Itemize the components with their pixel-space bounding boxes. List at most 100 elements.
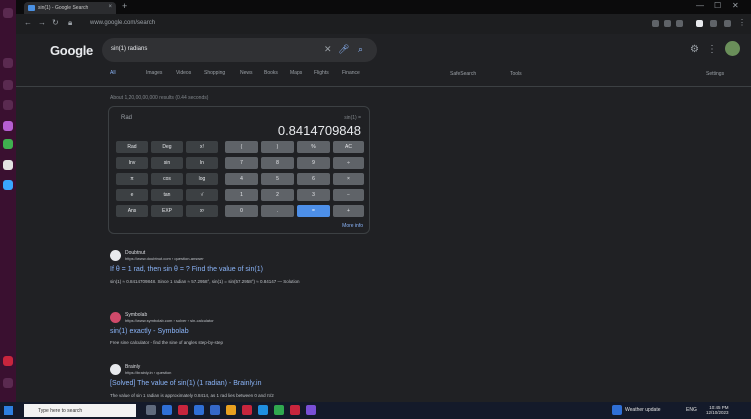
- extension-icon[interactable]: [724, 20, 731, 27]
- tab-all[interactable]: All: [110, 70, 116, 76]
- result-title-link[interactable]: sin(1) exactly - Symbolab: [110, 328, 189, 335]
- result-title-link[interactable]: [Solved] The value of sin(1) (1 radian) …: [110, 380, 261, 387]
- calc-key[interactable]: =: [297, 205, 330, 217]
- reload-icon[interactable]: ↻: [52, 18, 59, 27]
- extension-icon[interactable]: [710, 20, 717, 27]
- calc-key[interactable]: sin: [151, 157, 183, 169]
- calc-key[interactable]: ×: [333, 173, 364, 185]
- microphone-icon[interactable]: 🎤︎: [338, 44, 349, 55]
- windows-start-icon[interactable]: [4, 406, 13, 415]
- calc-key[interactable]: ln: [186, 157, 218, 169]
- calc-key[interactable]: cos: [151, 173, 183, 185]
- tools-button[interactable]: Tools: [510, 71, 522, 77]
- weather-icon[interactable]: [612, 405, 622, 415]
- calc-key[interactable]: tan: [151, 189, 183, 201]
- calc-key[interactable]: (: [225, 141, 258, 153]
- extension-icon[interactable]: [676, 20, 683, 27]
- calc-key[interactable]: 9: [297, 157, 330, 169]
- app-icon[interactable]: [290, 405, 300, 415]
- dock-app-icon[interactable]: [3, 356, 13, 366]
- tab-images[interactable]: Images: [146, 70, 162, 76]
- avatar[interactable]: [725, 41, 740, 56]
- safesearch-button[interactable]: SafeSearch: [450, 71, 476, 77]
- calc-key[interactable]: 1: [225, 189, 258, 201]
- taskbar-search-input[interactable]: Type here to search: [24, 404, 136, 417]
- app-icon[interactable]: [242, 405, 252, 415]
- dock-app-icon[interactable]: [3, 80, 13, 90]
- tab-shopping[interactable]: Shopping: [204, 70, 225, 76]
- calc-key[interactable]: .: [261, 205, 294, 217]
- calc-key[interactable]: %: [297, 141, 330, 153]
- app-icon[interactable]: [210, 405, 220, 415]
- taskbar-clock[interactable]: 10:45 PM 12/10/2023: [706, 405, 729, 415]
- calc-key[interactable]: log: [186, 173, 218, 185]
- forward-arrow-icon[interactable]: →: [38, 18, 46, 27]
- folder-icon[interactable]: [226, 405, 236, 415]
- dock-app-icon[interactable]: [3, 378, 13, 388]
- result-url[interactable]: https://www.symbolab.com › solver › sin-…: [125, 318, 214, 323]
- tab-videos[interactable]: Videos: [176, 70, 191, 76]
- more-info-link[interactable]: More info: [342, 223, 363, 229]
- calc-key[interactable]: e: [116, 189, 148, 201]
- apps-grid-icon[interactable]: ⋮: [707, 44, 717, 55]
- settings-link[interactable]: Settings: [706, 71, 724, 77]
- calc-key[interactable]: √: [186, 189, 218, 201]
- tab-books[interactable]: Books: [264, 70, 278, 76]
- app-icon[interactable]: [178, 405, 188, 415]
- calc-key[interactable]: xʸ: [186, 205, 218, 217]
- search-icon[interactable]: ⌕: [358, 44, 363, 55]
- app-icon[interactable]: [194, 405, 204, 415]
- close-window-button[interactable]: ✕: [732, 1, 739, 10]
- calc-key[interactable]: 5: [261, 173, 294, 185]
- calc-key[interactable]: 4: [225, 173, 258, 185]
- dock-app-icon[interactable]: [3, 100, 13, 110]
- calc-key[interactable]: π: [116, 173, 148, 185]
- app-icon[interactable]: [162, 405, 172, 415]
- app-icon[interactable]: [306, 405, 316, 415]
- dock-app-icon[interactable]: [3, 8, 13, 18]
- dock-app-icon[interactable]: [3, 139, 13, 149]
- maximize-button[interactable]: ☐: [714, 1, 721, 10]
- calc-key[interactable]: 3: [297, 189, 330, 201]
- search-input[interactable]: sin(1) radians ✕ 🎤︎ ⌕: [102, 38, 377, 62]
- calc-key[interactable]: 2: [261, 189, 294, 201]
- tray-text[interactable]: Weather update: [625, 407, 661, 413]
- tab-news[interactable]: News: [240, 70, 253, 76]
- calc-key[interactable]: x!: [186, 141, 218, 153]
- lock-icon[interactable]: 🔒︎: [68, 18, 72, 28]
- tab-active[interactable]: sin(1) - Google Search ×: [24, 2, 116, 14]
- calc-key[interactable]: EXP: [151, 205, 183, 217]
- calc-key[interactable]: 8: [261, 157, 294, 169]
- result-title-link[interactable]: If θ = 1 rad, then sin θ = ? Find the va…: [110, 266, 263, 273]
- back-arrow-icon[interactable]: ←: [24, 18, 32, 27]
- dock-app-icon[interactable]: [3, 160, 13, 170]
- tab-flights[interactable]: Flights: [314, 70, 329, 76]
- calc-key[interactable]: 0: [225, 205, 258, 217]
- task-view-icon[interactable]: [146, 405, 156, 415]
- browser-menu-icon[interactable]: ⋮: [738, 18, 746, 27]
- calc-key[interactable]: Inv: [116, 157, 148, 169]
- extension-icon[interactable]: [664, 20, 671, 27]
- address-bar[interactable]: www.google.com/search: [86, 17, 216, 30]
- calc-key[interactable]: ÷: [333, 157, 364, 169]
- new-tab-button[interactable]: +: [122, 1, 127, 11]
- dock-app-icon[interactable]: [3, 180, 13, 190]
- calc-key[interactable]: AC: [333, 141, 364, 153]
- calc-key[interactable]: ): [261, 141, 294, 153]
- result-url[interactable]: https://www.doubtnut.com › question-answ…: [125, 256, 204, 261]
- extension-icon[interactable]: [652, 20, 659, 27]
- minimize-button[interactable]: —: [696, 1, 704, 10]
- tab-maps[interactable]: Maps: [290, 70, 302, 76]
- app-icon[interactable]: [258, 405, 268, 415]
- clear-search-icon[interactable]: ✕: [324, 44, 332, 55]
- calc-key[interactable]: 6: [297, 173, 330, 185]
- tab-close-icon[interactable]: ×: [108, 4, 112, 10]
- calc-key[interactable]: Ans: [116, 205, 148, 217]
- calc-key[interactable]: Deg: [151, 141, 183, 153]
- dock-app-icon[interactable]: [3, 121, 13, 131]
- gear-icon[interactable]: ⚙: [690, 44, 699, 55]
- calc-key[interactable]: 7: [225, 157, 258, 169]
- calc-key[interactable]: −: [333, 189, 364, 201]
- chrome-icon[interactable]: [274, 405, 284, 415]
- dock-app-icon[interactable]: [3, 58, 13, 68]
